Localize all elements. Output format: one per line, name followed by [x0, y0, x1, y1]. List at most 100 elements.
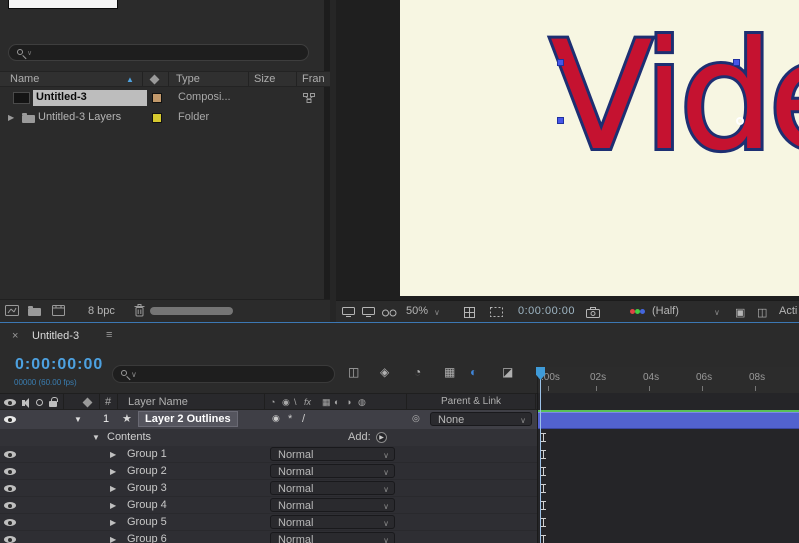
interpret-footage-icon[interactable]: [5, 305, 19, 316]
timeline-search-box[interactable]: ∨: [112, 365, 335, 383]
project-item-composition[interactable]: Untitled-3 Composi...: [0, 89, 330, 108]
time-ruler[interactable]: :00s 02s 04s 06s 08s: [537, 367, 799, 393]
show-channel-icon[interactable]: [630, 309, 646, 315]
group-row[interactable]: ▶ Group 5 Normal ∨: [0, 514, 537, 531]
expand-group-icon[interactable]: ▶: [110, 484, 116, 493]
group-row[interactable]: ▶ Group 6 Normal ∨: [0, 531, 537, 543]
new-composition-icon[interactable]: [52, 305, 65, 316]
shy-switch-icon[interactable]: ◔: [270, 397, 275, 407]
layer-duration-bar[interactable]: [538, 412, 799, 429]
resolution-dropdown[interactable]: (Half): [652, 305, 679, 317]
main-viewer-icon[interactable]: [362, 307, 375, 317]
expand-group-icon[interactable]: ▶: [110, 501, 116, 510]
layer-name[interactable]: Layer 2 Outlines: [138, 411, 238, 427]
group-label[interactable]: Group 4: [127, 499, 167, 511]
item-name[interactable]: Untitled-3: [33, 90, 147, 106]
chevron-down-icon[interactable]: ∨: [714, 308, 720, 317]
column-size[interactable]: Size: [254, 73, 275, 85]
label-column-icon[interactable]: [149, 74, 160, 85]
blend-mode-dropdown[interactable]: Normal ∨: [270, 481, 395, 495]
column-name[interactable]: Name: [10, 73, 39, 85]
eye-icon[interactable]: [4, 468, 16, 475]
timeline-tab-title[interactable]: Untitled-3: [32, 330, 79, 342]
layer-row[interactable]: ▼ 1 ★ Layer 2 Outlines ◉ * / ◎ None ∨: [0, 410, 537, 429]
video-column-eye-icon[interactable]: [4, 399, 16, 406]
collapse-contents-icon[interactable]: ▼: [92, 433, 100, 442]
layer-switch-icon[interactable]: ◉: [272, 413, 280, 424]
chevron-down-icon[interactable]: ∨: [434, 308, 440, 317]
collapse-switch-icon[interactable]: ◉: [282, 397, 290, 408]
frame-blending-icon[interactable]: ▦: [444, 365, 455, 379]
expand-group-icon[interactable]: ▶: [110, 518, 116, 527]
color-depth-button[interactable]: 8 bpc: [88, 305, 115, 317]
region-of-interest-icon[interactable]: [490, 307, 503, 317]
audio-column-speaker-icon[interactable]: [22, 400, 25, 406]
contents-label[interactable]: Contents: [107, 431, 151, 443]
horizontal-scrollbar[interactable]: [150, 307, 233, 315]
grid-options-icon[interactable]: [464, 307, 475, 318]
parent-pick-whip-icon[interactable]: ◎: [412, 413, 420, 424]
contents-row[interactable]: ▼ Contents Add: ▶: [0, 429, 537, 446]
parent-dropdown[interactable]: None ∨: [430, 412, 532, 426]
stereo-3d-glasses-icon[interactable]: [382, 309, 397, 317]
selection-handle[interactable]: [733, 59, 740, 66]
add-property-button[interactable]: ▶: [376, 432, 387, 443]
blend-mode-dropdown[interactable]: Normal ∨: [270, 464, 395, 478]
always-preview-icon[interactable]: [342, 307, 355, 317]
eye-icon[interactable]: [4, 416, 16, 423]
project-search-box[interactable]: ∨: [8, 44, 309, 61]
composition-viewport[interactable]: Vide: [400, 0, 799, 296]
motion-blur-icon[interactable]: ◐: [470, 365, 477, 379]
expand-group-icon[interactable]: ▶: [110, 535, 116, 543]
view-layout-dropdown[interactable]: Acti: [779, 305, 797, 317]
quality-switch-icon[interactable]: \: [294, 397, 297, 407]
trash-icon[interactable]: [134, 304, 145, 317]
expand-group-icon[interactable]: ▶: [110, 467, 116, 476]
eye-icon[interactable]: [4, 536, 16, 543]
composition-mini-flowchart-icon[interactable]: ◫: [348, 365, 359, 379]
project-item-folder[interactable]: ▶ Untitled-3 Layers Folder: [0, 109, 330, 128]
eye-icon[interactable]: [4, 519, 16, 526]
timeline-graph-area[interactable]: [537, 393, 799, 543]
group-row[interactable]: ▶ Group 1 Normal ∨: [0, 446, 537, 463]
label-color-swatch[interactable]: [152, 113, 162, 123]
draft-3d-icon[interactable]: ◈: [380, 365, 389, 379]
selection-handle[interactable]: [557, 59, 564, 66]
selection-handle[interactable]: [557, 117, 564, 124]
effects-switch-icon[interactable]: fx: [304, 397, 311, 407]
group-label[interactable]: Group 5: [127, 516, 167, 528]
blend-mode-dropdown[interactable]: Normal ∨: [270, 532, 395, 543]
toggle-mask-visibility-icon[interactable]: ◫: [757, 306, 767, 319]
graph-editor-icon[interactable]: ◪: [502, 365, 513, 379]
label-color-swatch[interactable]: [152, 93, 162, 103]
item-name[interactable]: Untitled-3 Layers: [38, 111, 121, 123]
group-label[interactable]: Group 2: [127, 465, 167, 477]
preview-timecode[interactable]: 0:00:00:00: [518, 305, 575, 317]
eye-icon[interactable]: [4, 502, 16, 509]
adjustment-switch-icon[interactable]: ◑: [346, 397, 351, 407]
expand-group-icon[interactable]: ▶: [110, 450, 116, 459]
blend-mode-dropdown[interactable]: Normal ∨: [270, 447, 395, 461]
new-folder-icon[interactable]: [28, 306, 41, 316]
eye-icon[interactable]: [4, 485, 16, 492]
expand-icon[interactable]: ▶: [8, 113, 14, 122]
fast-previews-icon[interactable]: ▣: [735, 306, 745, 319]
lock-column-icon[interactable]: [49, 397, 58, 407]
layer-switch-icon[interactable]: *: [288, 413, 292, 425]
group-row[interactable]: ▶ Group 3 Normal ∨: [0, 480, 537, 497]
panel-menu-icon[interactable]: ≡: [106, 329, 112, 341]
column-frame[interactable]: Fran: [302, 73, 325, 85]
snapshot-camera-icon[interactable]: [586, 307, 600, 318]
group-label[interactable]: Group 3: [127, 482, 167, 494]
current-time-display[interactable]: 0:00:00:00: [15, 356, 103, 374]
solo-column-icon[interactable]: [36, 399, 43, 406]
label-column-icon[interactable]: [82, 397, 93, 408]
group-label[interactable]: Group 1: [127, 448, 167, 460]
zoom-level-dropdown[interactable]: 50%: [406, 305, 428, 317]
close-icon[interactable]: ×: [12, 330, 18, 342]
group-row[interactable]: ▶ Group 2 Normal ∨: [0, 463, 537, 480]
blend-mode-dropdown[interactable]: Normal ∨: [270, 515, 395, 529]
column-layer-name[interactable]: Layer Name: [128, 396, 188, 408]
quality-switch[interactable]: /: [302, 413, 305, 425]
column-number[interactable]: #: [105, 396, 111, 408]
